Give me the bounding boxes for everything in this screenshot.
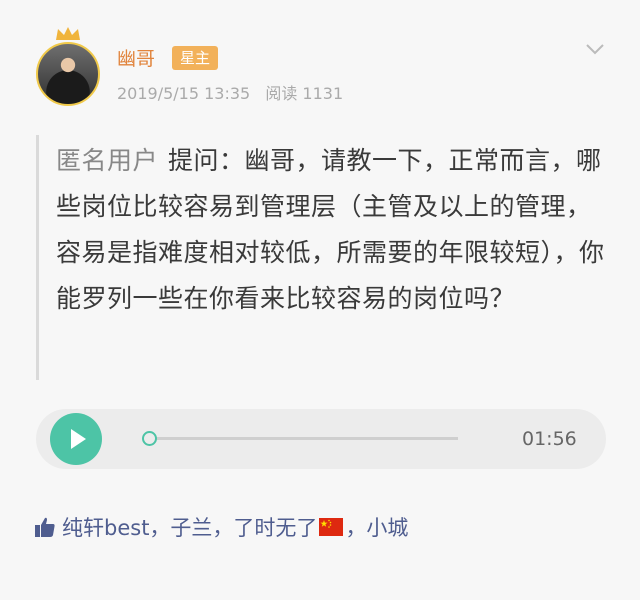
audio-player: 01:56 <box>36 409 606 469</box>
read-count: 阅读 1131 <box>265 84 344 103</box>
post-date: 2019/5/15 13:35 <box>117 84 251 103</box>
audio-progress-track[interactable] <box>154 437 458 440</box>
thumbs-up-icon <box>35 517 55 537</box>
question-body: 匿名用户 提问：幽哥，请教一下，正常而言，哪些岗位比较容易到管理层（主管及以上的管… <box>56 138 616 322</box>
play-button[interactable] <box>50 413 102 465</box>
audio-duration: 01:56 <box>522 428 577 450</box>
chevron-down-icon[interactable] <box>584 38 606 60</box>
avatar-wrap[interactable] <box>36 26 102 106</box>
crown-icon <box>56 27 80 40</box>
asker-name: 匿名用户 <box>56 146 159 175</box>
likes-row: 纯轩best，子兰，了时无了 ，小城 <box>34 512 408 542</box>
author-name[interactable]: 幽哥 <box>117 44 155 71</box>
owner-badge: 星主 <box>172 46 219 70</box>
china-flag-icon <box>319 518 344 536</box>
liker-names-tail[interactable]: ，小城 <box>345 512 408 542</box>
play-icon <box>71 429 86 449</box>
avatar[interactable] <box>36 42 100 106</box>
audio-progress-knob[interactable] <box>142 431 157 446</box>
post-meta: 2019/5/15 13:35 阅读 1131 <box>117 80 353 104</box>
liker-names[interactable]: 纯轩best，子兰，了时无了 <box>62 512 317 542</box>
quote-bar <box>36 135 39 380</box>
